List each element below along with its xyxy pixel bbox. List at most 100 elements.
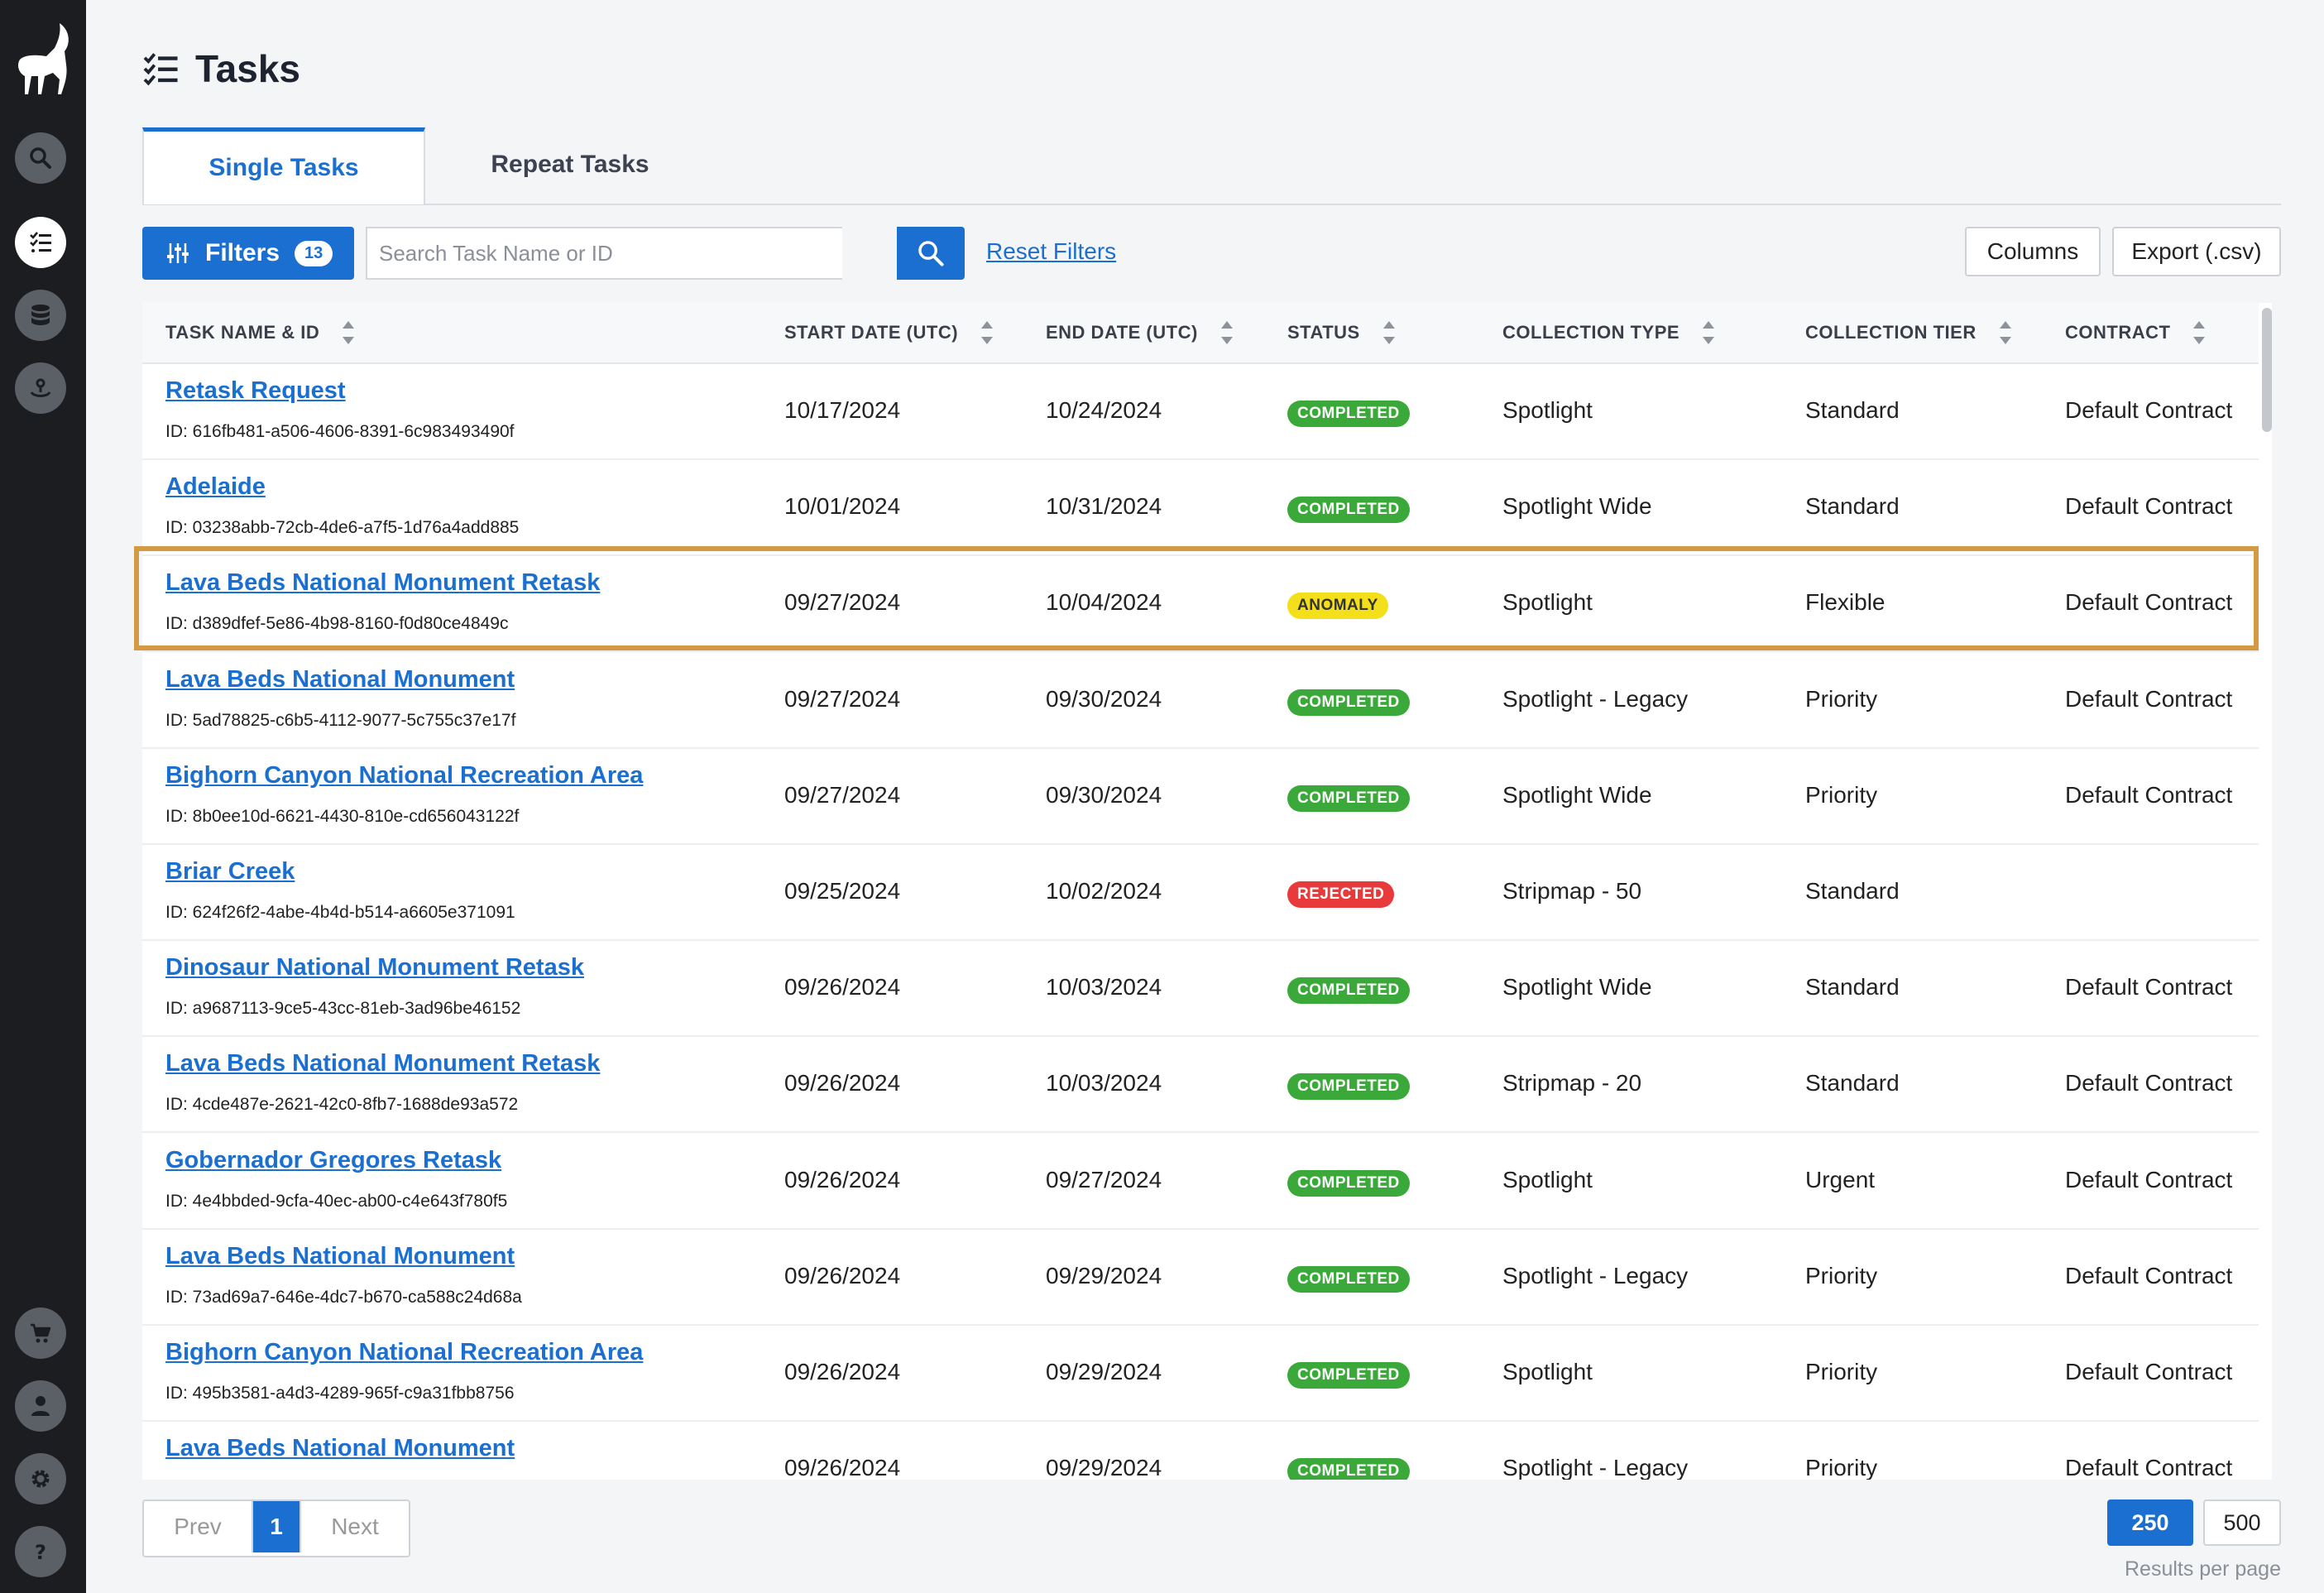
column-header-status[interactable]: STATUS xyxy=(1287,303,1395,362)
sort-icon[interactable] xyxy=(343,320,355,345)
main-content: Tasks Single Tasks Repeat Tasks Filters … xyxy=(86,0,2324,1593)
sidebar-tasks-button[interactable] xyxy=(15,217,66,268)
status-badge: ANOMALY xyxy=(1287,593,1388,620)
reset-filters-link[interactable]: Reset Filters xyxy=(986,238,1116,265)
status-badge: COMPLETED xyxy=(1287,1458,1410,1480)
table-row[interactable]: Retask Request ID: 616fb481-a506-4606-839… xyxy=(142,364,2259,460)
task-name-link[interactable]: Lava Beds National Monument Retask xyxy=(165,569,600,597)
table-row[interactable]: Bighorn Canyon National Recreation Area I… xyxy=(142,1326,2259,1422)
end-date: 10/03/2024 xyxy=(1046,974,1162,1000)
sidebar-search-button[interactable] xyxy=(15,132,66,184)
ibex-logo-icon[interactable] xyxy=(12,18,74,101)
start-date: 09/25/2024 xyxy=(784,878,901,904)
search-button[interactable] xyxy=(897,227,965,280)
status-badge: COMPLETED xyxy=(1287,1362,1410,1389)
table-scrollbar[interactable] xyxy=(2262,308,2272,432)
collection-tier: Standard xyxy=(1805,493,1900,520)
task-name-link[interactable]: Adelaide xyxy=(165,473,266,501)
current-page[interactable]: 1 xyxy=(253,1501,299,1552)
collection-tier: Priority xyxy=(1805,781,1878,808)
table-row[interactable]: Lava Beds National Monument Retask ID: 4c… xyxy=(142,1037,2259,1134)
task-name-link[interactable]: Lava Beds National Monument xyxy=(165,1435,515,1462)
sort-icon[interactable] xyxy=(1703,320,1715,345)
page-title: Tasks xyxy=(195,47,301,90)
task-name-link[interactable]: Briar Creek xyxy=(165,858,295,885)
column-header-collection-type[interactable]: COLLECTION TYPE xyxy=(1502,303,1715,362)
svg-text:?: ? xyxy=(35,1541,46,1564)
collection-tier: Priority xyxy=(1805,1262,1878,1288)
status-badge: COMPLETED xyxy=(1287,1169,1410,1197)
sort-icon[interactable] xyxy=(1220,320,1233,345)
column-header-task[interactable]: TASK NAME & ID xyxy=(165,303,355,362)
column-header-start-date[interactable]: START DATE (UTC) xyxy=(784,303,994,362)
task-name-link[interactable]: Lava Beds National Monument Retask xyxy=(165,1050,600,1077)
table-row[interactable]: Bighorn Canyon National Recreation Area I… xyxy=(142,749,2259,845)
sort-icon[interactable] xyxy=(1382,320,1395,345)
status-badge: COMPLETED xyxy=(1287,401,1410,427)
columns-button[interactable]: Columns xyxy=(1965,227,2101,276)
collection-tier: Priority xyxy=(1805,1359,1878,1384)
collection-type: Spotlight xyxy=(1502,589,1593,616)
tab-repeat-tasks[interactable]: Repeat Tasks xyxy=(425,126,715,204)
end-date: 10/24/2024 xyxy=(1046,397,1162,423)
sidebar-help-button[interactable]: ? xyxy=(15,1526,66,1577)
task-name-link[interactable]: Lava Beds National Monument xyxy=(165,1243,515,1270)
collection-tier: Standard xyxy=(1805,1070,1900,1096)
contract: Default Contract xyxy=(2065,1070,2233,1096)
column-header-collection-tier[interactable]: COLLECTION TIER xyxy=(1805,303,2011,362)
table-row[interactable]: Gobernador Gregores Retask ID: 4e4bbded-9… xyxy=(142,1134,2259,1230)
search-input[interactable] xyxy=(366,227,842,280)
task-name-link[interactable]: Lava Beds National Monument xyxy=(165,666,515,693)
sidebar-account-button[interactable] xyxy=(15,1380,66,1432)
task-id: ID: d389dfef-5e86-4b98-8160-f0d80ce4849c xyxy=(165,614,509,634)
task-name-link[interactable]: Bighorn Canyon National Recreation Area xyxy=(165,762,643,789)
column-header-end-date[interactable]: END DATE (UTC) xyxy=(1046,303,1233,362)
sort-icon[interactable] xyxy=(981,320,994,345)
collection-type: Spotlight xyxy=(1502,397,1593,423)
table-row[interactable]: Lava Beds National Monument Retask ID: d3… xyxy=(142,556,2259,653)
table-row[interactable]: Lava Beds National Monument ID: 73ad69a7-… xyxy=(142,1230,2259,1326)
collection-tier: Standard xyxy=(1805,974,1900,1000)
task-id: ID: 4e4bbded-9cfa-40ec-ab00-c4e643f780f5 xyxy=(165,1191,508,1211)
task-name-link[interactable]: Dinosaur National Monument Retask xyxy=(165,954,584,981)
results-per-page-500[interactable]: 500 xyxy=(2203,1499,2281,1546)
task-name-link[interactable]: Gobernador Gregores Retask xyxy=(165,1147,501,1174)
contract: Default Contract xyxy=(2065,685,2233,712)
sidebar-settings-button[interactable] xyxy=(15,1453,66,1504)
start-date: 09/26/2024 xyxy=(784,1070,901,1096)
filters-button[interactable]: Filters 13 xyxy=(142,227,354,280)
sidebar-data-button[interactable] xyxy=(15,290,66,341)
table-row[interactable]: Adelaide ID: 03238abb-72cb-4de6-a7f5-1d76… xyxy=(142,460,2259,557)
sidebar-tasking-button[interactable] xyxy=(15,362,66,414)
collection-type: Spotlight Wide xyxy=(1502,781,1652,808)
next-page-button[interactable]: Next xyxy=(299,1501,409,1552)
start-date: 09/27/2024 xyxy=(784,589,901,616)
prev-page-button[interactable]: Prev xyxy=(144,1501,253,1552)
sort-icon[interactable] xyxy=(2193,320,2206,345)
task-list-icon xyxy=(143,53,178,86)
table-row[interactable]: Briar Creek ID: 624f26f2-4abe-4b4d-b514-a… xyxy=(142,845,2259,941)
task-name-link[interactable]: Bighorn Canyon National Recreation Area xyxy=(165,1339,643,1366)
sort-icon[interactable] xyxy=(1999,320,2011,345)
export-csv-button[interactable]: Export (.csv) xyxy=(2112,227,2281,276)
collection-type: Spotlight xyxy=(1502,1359,1593,1384)
end-date: 09/29/2024 xyxy=(1046,1455,1162,1480)
task-id: ID: a9687113-9ce5-43cc-81eb-3ad96be46152 xyxy=(165,999,521,1019)
sidebar-cart-button[interactable] xyxy=(15,1308,66,1359)
results-per-page-250[interactable]: 250 xyxy=(2107,1499,2193,1546)
column-header-contract[interactable]: CONTRACT xyxy=(2065,303,2206,362)
contract: Default Contract xyxy=(2065,781,2233,808)
table-header: TASK NAME & ID START DATE (UTC) END DATE… xyxy=(142,303,2259,364)
table-row[interactable]: Lava Beds National Monument ID: 5ad78825-… xyxy=(142,653,2259,749)
task-id: ID: 03238abb-72cb-4de6-a7f5-1d76a4add885 xyxy=(165,518,520,538)
sliders-icon xyxy=(167,243,189,263)
tab-single-tasks[interactable]: Single Tasks xyxy=(142,127,425,204)
task-tabs: Single Tasks Repeat Tasks xyxy=(142,126,2281,205)
task-id: ID: 4cde487e-2621-42c0-8fb7-1688de93a572 xyxy=(165,1095,519,1115)
start-date: 09/26/2024 xyxy=(784,1455,901,1480)
table-row[interactable]: Dinosaur National Monument Retask ID: a96… xyxy=(142,941,2259,1038)
task-name-link[interactable]: Retask Request xyxy=(165,377,346,405)
task-id: ID: 73ad69a7-646e-4dc7-b670-ca588c24d68a xyxy=(165,1287,522,1307)
table-row[interactable]: Lava Beds National Monument 09/26/2024 09/… xyxy=(142,1422,2259,1480)
tasks-table: TASK NAME & ID START DATE (UTC) END DATE… xyxy=(142,303,2272,1480)
